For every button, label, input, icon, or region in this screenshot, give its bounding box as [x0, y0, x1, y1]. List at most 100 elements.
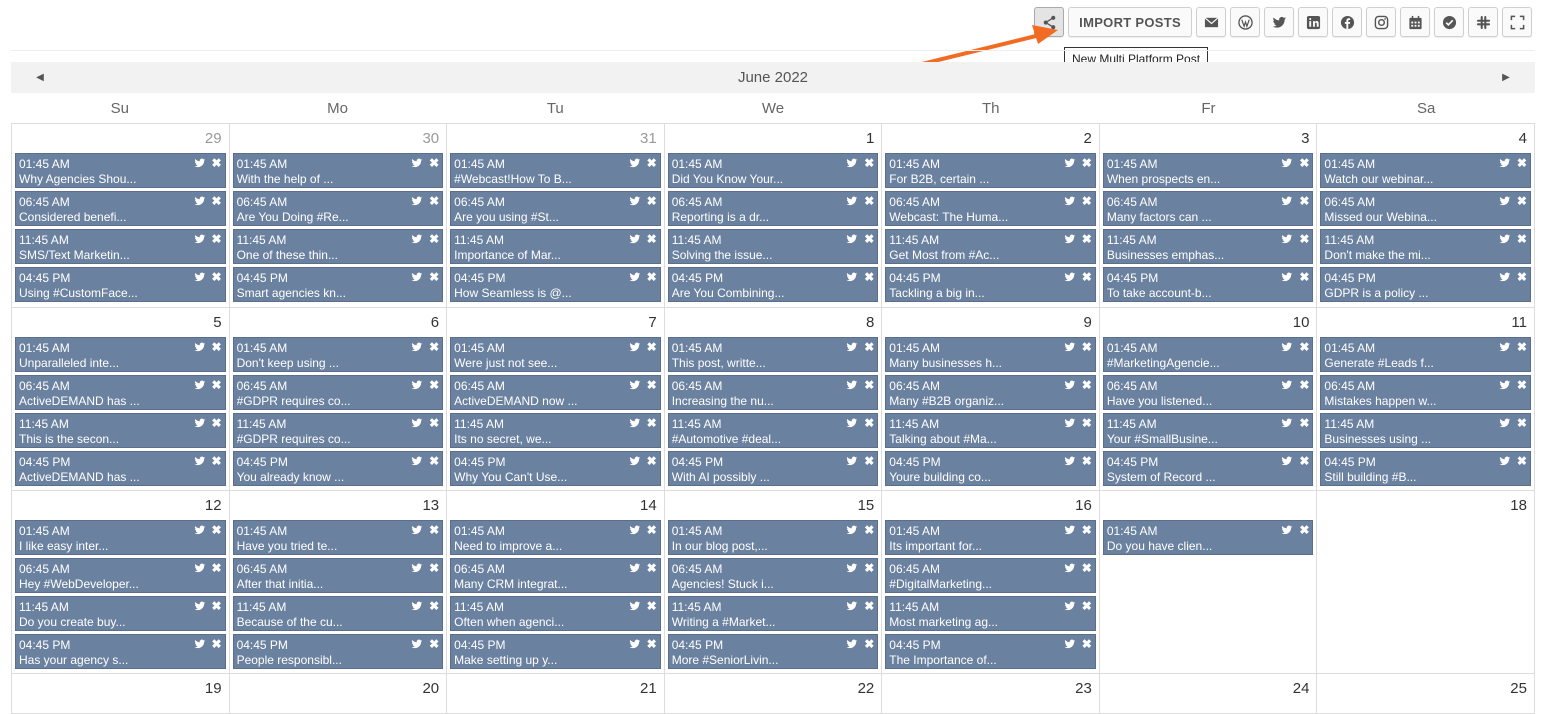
facebook-post-button[interactable] [1332, 7, 1362, 37]
scheduled-post[interactable]: 04:45 PM With AI possibly ... ✖ [667, 451, 879, 486]
delete-post-button[interactable]: ✖ [647, 379, 657, 391]
prev-month-button[interactable]: ◀ [25, 62, 55, 93]
scheduled-post[interactable]: 11:45 AM Talking about #Ma... ✖ [885, 413, 1096, 448]
scheduled-post[interactable]: 01:45 AM Generate #Leads f... ✖ [1320, 337, 1531, 372]
scheduled-post[interactable]: 06:45 AM Many CRM integrat... ✖ [450, 558, 661, 593]
scheduled-post[interactable]: 11:45 AM Its no secret, we... ✖ [450, 413, 661, 448]
scheduled-post[interactable]: 04:45 PM Using #CustomFace... ✖ [15, 267, 226, 302]
scheduled-post[interactable]: 04:45 PM Youre building co... ✖ [885, 451, 1096, 486]
scheduled-post[interactable]: 01:45 AM #Webcast!How To B... ✖ [450, 153, 661, 188]
scheduled-post[interactable]: 04:45 PM How Seamless is @... ✖ [450, 267, 661, 302]
delete-post-button[interactable]: ✖ [1517, 157, 1527, 169]
calendar-day[interactable]: 13 01:45 AM Have you tried te... ✖ 06:45 AM A… [229, 491, 448, 674]
calendar-day[interactable]: 2 01:45 AM For B2B, certain ... ✖ 06:45 AM We… [882, 124, 1100, 308]
scheduled-post[interactable]: 04:45 PM Smart agencies kn... ✖ [232, 267, 444, 302]
delete-post-button[interactable]: ✖ [429, 379, 439, 391]
delete-post-button[interactable]: ✖ [1299, 524, 1309, 536]
scheduled-post[interactable]: 04:45 PM To take account-b... ✖ [1102, 267, 1314, 302]
scheduled-post[interactable]: 04:45 PM Make setting up y... ✖ [450, 634, 661, 669]
delete-post-button[interactable]: ✖ [212, 379, 222, 391]
delete-post-button[interactable]: ✖ [864, 271, 874, 283]
scheduled-post[interactable]: 06:45 AM Have you listened... ✖ [1102, 375, 1314, 410]
delete-post-button[interactable]: ✖ [864, 638, 874, 650]
delete-post-button[interactable]: ✖ [647, 455, 657, 467]
delete-post-button[interactable]: ✖ [429, 417, 439, 429]
calendar-day[interactable]: 5 01:45 AM Unparalleled inte... ✖ 06:45 AM Ac… [12, 308, 230, 491]
delete-post-button[interactable]: ✖ [647, 600, 657, 612]
scheduled-post[interactable]: 06:45 AM ActiveDEMAND now ... ✖ [450, 375, 661, 410]
scheduled-post[interactable]: 06:45 AM Hey #WebDeveloper... ✖ [15, 558, 226, 593]
calendar-day[interactable]: 25 [1317, 674, 1535, 714]
scheduled-post[interactable]: 01:45 AM Many businesses h... ✖ [885, 337, 1096, 372]
scheduled-post[interactable]: 01:45 AM With the help of ... ✖ [232, 153, 444, 188]
scheduled-post[interactable]: 11:45 AM Often when agenci... ✖ [450, 596, 661, 631]
calendar-day[interactable]: 12 01:45 AM I like easy inter... ✖ 06:45 AM H… [12, 491, 230, 674]
scheduled-post[interactable]: 01:45 AM Unparalleled inte... ✖ [15, 337, 226, 372]
scheduled-post[interactable]: 11:45 AM #GDPR requires co... ✖ [232, 413, 444, 448]
calendar-day[interactable]: 01:45 AM Do you have clien... ✖ [1099, 491, 1318, 674]
delete-post-button[interactable]: ✖ [647, 638, 657, 650]
delete-post-button[interactable]: ✖ [212, 271, 222, 283]
delete-post-button[interactable]: ✖ [429, 638, 439, 650]
scheduled-post[interactable]: 11:45 AM Don't make the mi... ✖ [1320, 229, 1531, 264]
scheduled-post[interactable]: 01:45 AM For B2B, certain ... ✖ [885, 153, 1096, 188]
delete-post-button[interactable]: ✖ [647, 271, 657, 283]
delete-post-button[interactable]: ✖ [1517, 417, 1527, 429]
scheduled-post[interactable]: 04:45 PM Still building #B... ✖ [1320, 451, 1531, 486]
delete-post-button[interactable]: ✖ [864, 524, 874, 536]
calendar-day[interactable]: 20 [229, 674, 448, 714]
scheduled-post[interactable]: 11:45 AM Because of the cu... ✖ [232, 596, 444, 631]
scheduled-post[interactable]: 04:45 PM Are You Combining... ✖ [667, 267, 879, 302]
scheduled-post[interactable]: 04:45 PM ActiveDEMAND has ... ✖ [15, 451, 226, 486]
delete-post-button[interactable]: ✖ [1082, 562, 1092, 574]
delete-post-button[interactable]: ✖ [1082, 417, 1092, 429]
calendar-day[interactable]: 9 01:45 AM Many businesses h... ✖ 06:45 AM Ma… [882, 308, 1100, 491]
delete-post-button[interactable]: ✖ [1082, 341, 1092, 353]
delete-post-button[interactable]: ✖ [1299, 379, 1309, 391]
new-multi-platform-post-button[interactable] [1034, 7, 1065, 37]
delete-post-button[interactable]: ✖ [1517, 455, 1527, 467]
instagram-post-button[interactable] [1366, 7, 1396, 37]
delete-post-button[interactable]: ✖ [212, 195, 222, 207]
delete-post-button[interactable]: ✖ [1082, 379, 1092, 391]
calendar-day[interactable]: 6 01:45 AM Don't keep using ... ✖ 06:45 AM #G… [229, 308, 448, 491]
scheduled-post[interactable]: 06:45 AM Many #B2B organiz... ✖ [885, 375, 1096, 410]
scheduled-post[interactable]: 11:45 AM One of these thin... ✖ [232, 229, 444, 264]
scheduled-post[interactable]: 11:45 AM Businesses emphas... ✖ [1102, 229, 1314, 264]
delete-post-button[interactable]: ✖ [429, 271, 439, 283]
calendar-view-button[interactable] [1400, 7, 1430, 37]
wordpress-post-button[interactable] [1230, 7, 1260, 37]
scheduled-post[interactable]: 11:45 AM Your #SmallBusine... ✖ [1102, 413, 1314, 448]
delete-post-button[interactable]: ✖ [864, 341, 874, 353]
scheduled-post[interactable]: 11:45 AM Importance of Mar... ✖ [450, 229, 661, 264]
scheduled-post[interactable]: 06:45 AM Missed our Webina... ✖ [1320, 191, 1531, 226]
delete-post-button[interactable]: ✖ [1517, 379, 1527, 391]
delete-post-button[interactable]: ✖ [864, 233, 874, 245]
calendar-day[interactable]: 30 01:45 AM With the help of ... ✖ 06:45 AM A… [229, 124, 448, 308]
delete-post-button[interactable]: ✖ [429, 157, 439, 169]
delete-post-button[interactable]: ✖ [864, 562, 874, 574]
delete-post-button[interactable]: ✖ [429, 524, 439, 536]
scheduled-post[interactable]: 06:45 AM ActiveDEMAND has ... ✖ [15, 375, 226, 410]
scheduled-post[interactable]: 06:45 AM Webcast: The Huma... ✖ [885, 191, 1096, 226]
scheduled-post[interactable]: 06:45 AM After that initia... ✖ [232, 558, 444, 593]
next-month-button[interactable]: ▶ [1491, 62, 1521, 93]
delete-post-button[interactable]: ✖ [429, 233, 439, 245]
delete-post-button[interactable]: ✖ [1082, 455, 1092, 467]
calendar-day[interactable]: 8 01:45 AM This post, writte... ✖ 06:45 AM In… [664, 308, 883, 491]
delete-post-button[interactable]: ✖ [1082, 524, 1092, 536]
delete-post-button[interactable]: ✖ [212, 233, 222, 245]
delete-post-button[interactable]: ✖ [429, 455, 439, 467]
scheduled-post[interactable]: 01:45 AM Why Agencies Shou... ✖ [15, 153, 226, 188]
calendar-day[interactable]: 19 [12, 674, 230, 714]
scheduled-post[interactable]: 01:45 AM This post, writte... ✖ [667, 337, 879, 372]
slack-post-button[interactable] [1468, 7, 1498, 37]
scheduled-post[interactable]: 01:45 AM Don't keep using ... ✖ [232, 337, 444, 372]
scheduled-post[interactable]: 11:45 AM Writing a #Market... ✖ [667, 596, 879, 631]
scheduled-post[interactable]: 06:45 AM Increasing the nu... ✖ [667, 375, 879, 410]
scheduled-post[interactable]: 04:45 PM Why You Can't Use... ✖ [450, 451, 661, 486]
scheduled-post[interactable]: 01:45 AM Do you have clien... ✖ [1102, 520, 1314, 555]
delete-post-button[interactable]: ✖ [647, 157, 657, 169]
calendar-day[interactable]: 23 [882, 674, 1100, 714]
delete-post-button[interactable]: ✖ [1082, 233, 1092, 245]
